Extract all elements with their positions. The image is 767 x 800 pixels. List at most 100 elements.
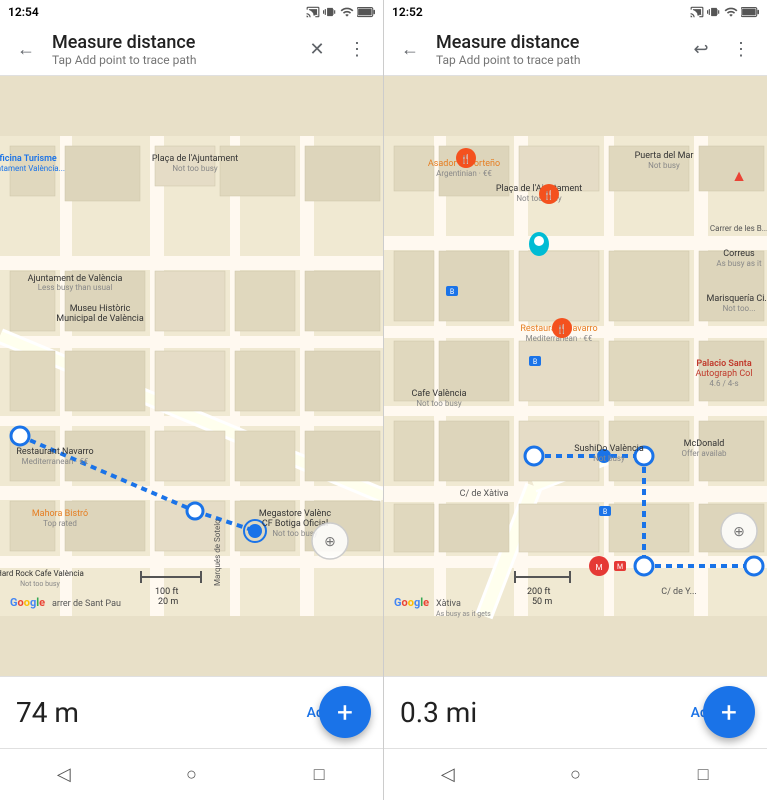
- svg-text:B: B: [533, 358, 537, 366]
- toolbar-subtitle-left: Tap Add point to trace path: [52, 53, 291, 67]
- back-button-right[interactable]: ←: [392, 32, 428, 68]
- svg-text:Not too busy: Not too busy: [416, 399, 462, 408]
- nav-recents-right[interactable]: □: [681, 753, 725, 797]
- svg-text:Not too busy: Not too busy: [516, 194, 562, 203]
- svg-text:Top rated: Top rated: [43, 519, 77, 528]
- svg-text:Argentinian · €€: Argentinian · €€: [436, 169, 492, 178]
- svg-text:M: M: [596, 563, 603, 572]
- map-svg-left: 100 ft 20 m Google arrer de Sant Pau Ofi…: [0, 76, 383, 676]
- bottom-bar-left: 74 m Add point +: [0, 676, 383, 748]
- svg-text:Not too...: Not too...: [723, 304, 756, 313]
- status-icons-right: [690, 5, 759, 19]
- fab-left[interactable]: +: [319, 686, 371, 738]
- svg-text:🍴: 🍴: [556, 323, 567, 335]
- nav-back-right[interactable]: ◁: [426, 753, 470, 797]
- toolbar-title-area-right: Measure distance Tap Add point to trace …: [436, 32, 675, 68]
- svg-text:Google: Google: [394, 596, 429, 609]
- svg-text:B: B: [603, 508, 607, 516]
- svg-text:Restaurant Navarro: Restaurant Navarro: [16, 447, 93, 457]
- svg-text:🍴: 🍴: [460, 153, 471, 165]
- svg-text:Hard Rock Cafe València: Hard Rock Cafe València: [0, 569, 84, 578]
- toolbar-actions-left: ✕ ⋮: [299, 32, 375, 68]
- vibrate-icon-right: [707, 5, 721, 19]
- svg-text:C/ de Xàtiva: C/ de Xàtiva: [460, 489, 509, 499]
- svg-text:Museu Històric: Museu Històric: [70, 304, 131, 314]
- svg-text:Plaça de l'Ajuntament: Plaça de l'Ajuntament: [496, 184, 582, 194]
- map-right[interactable]: 200 ft 50 m Google Xàtiva As busy as it …: [384, 76, 767, 676]
- distance-value-right: 0.3 mi: [400, 696, 477, 729]
- cast-icon: [306, 5, 320, 19]
- svg-text:Google: Google: [10, 596, 45, 609]
- toolbar-title-left: Measure distance: [52, 32, 291, 54]
- svg-text:Xàtiva: Xàtiva: [436, 599, 461, 609]
- svg-text:Municipal de València: Municipal de València: [56, 314, 144, 324]
- svg-text:Asador El Porteño: Asador El Porteño: [428, 158, 500, 169]
- svg-text:Megastore Valènc: Megastore Valènc: [259, 509, 332, 519]
- svg-text:Not too busy: Not too busy: [172, 164, 218, 173]
- close-button-left[interactable]: ✕: [299, 32, 335, 68]
- svg-text:Ajuntament de València: Ajuntament de València: [28, 274, 123, 284]
- distance-value-left: 74 m: [16, 696, 79, 729]
- undo-button-right[interactable]: ↩: [683, 32, 719, 68]
- map-svg-right: 200 ft 50 m Google Xàtiva As busy as it …: [384, 76, 767, 676]
- svg-text:Mediterranean · €€: Mediterranean · €€: [22, 457, 89, 466]
- right-screen: 12:52 ← Measure distance Tap Add point t…: [384, 0, 767, 800]
- svg-text:Ajuntament València...: Ajuntament València...: [0, 164, 65, 173]
- toolbar-actions-right: ↩ ⋮: [683, 32, 759, 68]
- svg-text:Autograph Col: Autograph Col: [695, 369, 752, 379]
- nav-recents-left[interactable]: □: [297, 753, 341, 797]
- toolbar-title-area-left: Measure distance Tap Add point to trace …: [52, 32, 291, 68]
- svg-text:Correus: Correus: [723, 249, 755, 259]
- svg-text:🍴: 🍴: [543, 189, 554, 201]
- cast-icon-right: [690, 5, 704, 19]
- vibrate-icon: [323, 5, 337, 19]
- svg-text:50 m: 50 m: [532, 597, 552, 607]
- toolbar-subtitle-right: Tap Add point to trace path: [436, 53, 675, 67]
- svg-text:▲: ▲: [731, 166, 747, 185]
- status-time-left: 12:54: [8, 5, 39, 19]
- svg-text:Mediterranean · €€: Mediterranean · €€: [526, 334, 593, 343]
- svg-text:Mahora Bistró: Mahora Bistró: [32, 509, 88, 519]
- map-left[interactable]: 100 ft 20 m Google arrer de Sant Pau Ofi…: [0, 76, 383, 676]
- svg-text:B: B: [450, 288, 454, 296]
- bottom-bar-right: 0.3 mi Add point +: [384, 676, 767, 748]
- svg-text:Not busy: Not busy: [648, 161, 680, 170]
- nav-home-right[interactable]: ○: [553, 753, 597, 797]
- svg-text:As busy as it gets: As busy as it gets: [436, 610, 491, 618]
- svg-text:⊕: ⊕: [733, 524, 745, 540]
- left-screen: 12:54 ← Measure distance Tap Add point t…: [0, 0, 384, 800]
- distance-area-right: 0.3 mi: [400, 696, 477, 729]
- svg-text:Puerta del Mar: Puerta del Mar: [635, 151, 694, 161]
- more-button-left[interactable]: ⋮: [339, 32, 375, 68]
- svg-text:Marqués de Sotelo: Marqués de Sotelo: [213, 519, 222, 586]
- svg-text:Marisquería Ci...: Marisquería Ci...: [706, 294, 767, 304]
- battery-icon: [357, 6, 375, 18]
- svg-text:4.6 / 4-s: 4.6 / 4-s: [709, 379, 738, 388]
- toolbar-title-right: Measure distance: [436, 32, 675, 54]
- svg-text:Restaurant Navarro: Restaurant Navarro: [520, 324, 597, 334]
- svg-text:Less busy than usual: Less busy than usual: [38, 283, 113, 292]
- status-bar-right: 12:52: [384, 0, 767, 24]
- svg-text:Not busy: Not busy: [593, 454, 625, 463]
- svg-text:M: M: [617, 563, 623, 571]
- wifi-icon-right: [724, 5, 738, 19]
- svg-text:SushiDo València: SushiDo València: [574, 444, 644, 454]
- toolbar-right: ← Measure distance Tap Add point to trac…: [384, 24, 767, 76]
- svg-text:Oficina Turisme: Oficina Turisme: [0, 154, 57, 164]
- nav-back-left[interactable]: ◁: [42, 753, 86, 797]
- status-icons-left: [306, 5, 375, 19]
- nav-bar-left: ◁ ○ □: [0, 748, 383, 800]
- nav-home-left[interactable]: ○: [169, 753, 213, 797]
- svg-text:Not too busy: Not too busy: [272, 529, 318, 538]
- fab-right[interactable]: +: [703, 686, 755, 738]
- svg-text:C/ de Y...: C/ de Y...: [661, 587, 696, 597]
- svg-text:McDonald: McDonald: [684, 439, 725, 449]
- toolbar-left: ← Measure distance Tap Add point to trac…: [0, 24, 383, 76]
- svg-text:Offer availab: Offer availab: [681, 449, 727, 458]
- nav-bar-right: ◁ ○ □: [384, 748, 767, 800]
- back-button-left[interactable]: ←: [8, 32, 44, 68]
- svg-text:20 m: 20 m: [158, 597, 178, 607]
- svg-text:Palacio Santa: Palacio Santa: [696, 359, 751, 369]
- more-button-right[interactable]: ⋮: [723, 32, 759, 68]
- svg-text:Cafe València: Cafe València: [412, 389, 467, 399]
